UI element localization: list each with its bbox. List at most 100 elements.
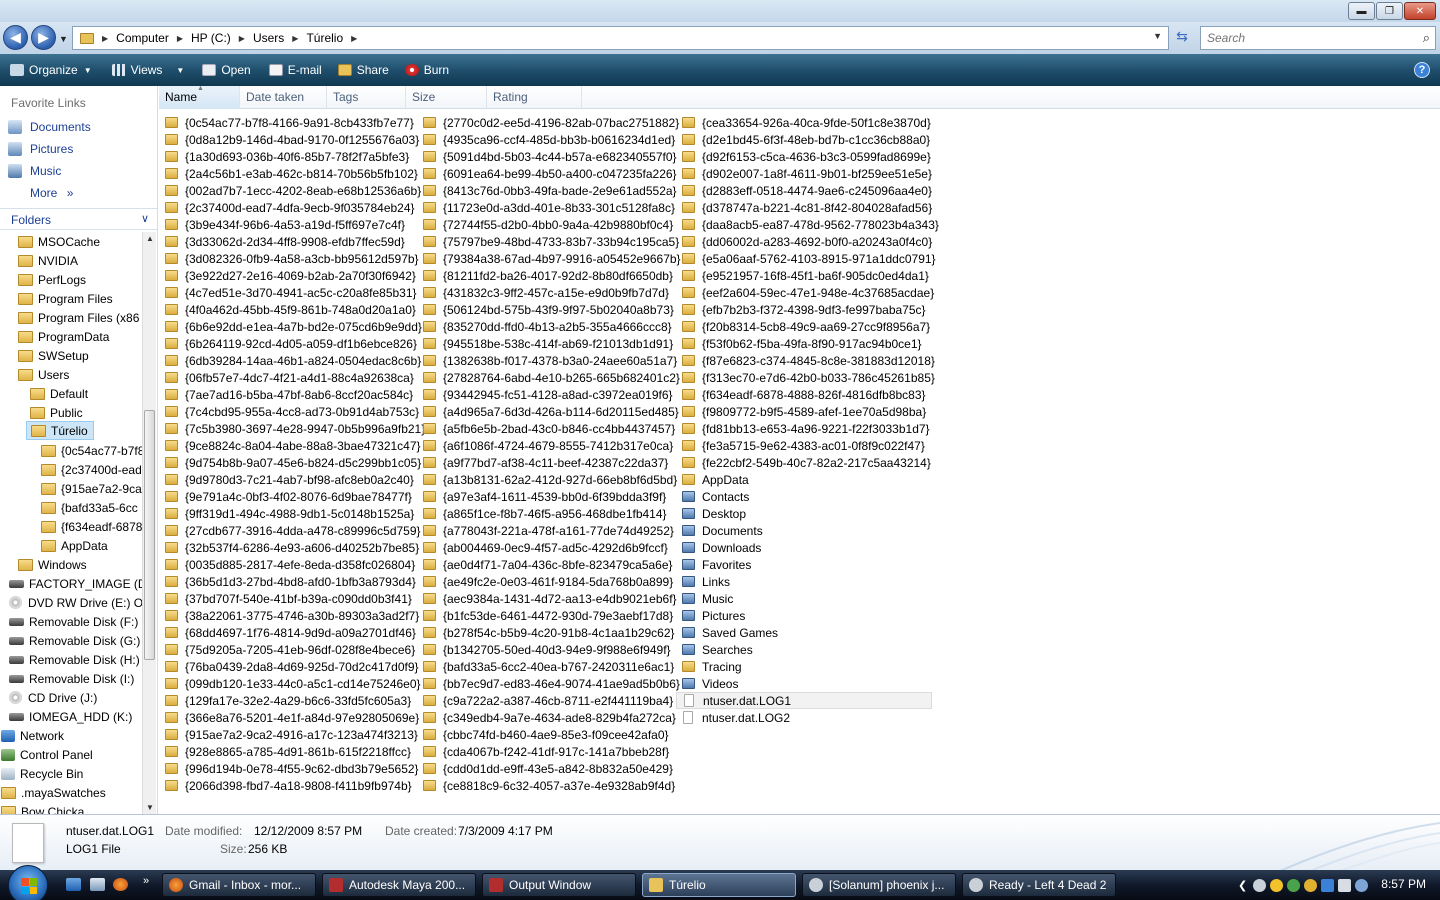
tree-item-removable-f[interactable]: Removable Disk (F:) [9,612,138,631]
open-button[interactable]: Open [196,58,256,82]
file-list-item[interactable]: {37bd707f-540e-41bf-b39a-c090dd0b3f41} [159,590,421,607]
file-list-item[interactable]: {6091ea64-be99-4b50-a400-c047235fa226} [417,165,679,182]
file-list-item[interactable]: {ae49fc2e-0e03-461f-9184-5da768b0a899} [417,573,679,590]
file-list-item[interactable]: {9ce8824c-8a04-4abe-88a8-3bae47321c47} [159,437,421,454]
file-list-item[interactable]: {a97e3af4-1611-4539-bb0d-6f39bdda3f9f} [417,488,679,505]
back-button[interactable]: ◀ [3,25,28,50]
file-list-item[interactable]: ntuser.dat.LOG1 [676,692,932,709]
file-list-item[interactable]: {c9a722a2-a387-46cb-8711-e2f441119ba4} [417,692,679,709]
file-list-item[interactable]: {d2e1bd45-6f3f-48eb-bd7b-c1cc36cb88a0} [676,131,938,148]
file-list-item[interactable]: {dd06002d-a283-4692-b0f0-a20243a0f4c0} [676,233,938,250]
task-explorer-turelio[interactable]: Túrelio [642,873,796,897]
close-button[interactable]: ✕ [1404,2,1436,20]
file-list-item[interactable]: {3d33062d-2d34-4ff8-9908-efdb7ffec59d} [159,233,421,250]
file-list-item[interactable]: {81211fd2-ba26-4017-92d2-8b80df6650db} [417,267,679,284]
scroll-down-icon[interactable]: ▼ [146,803,154,812]
tree-item-public[interactable]: Public [30,403,83,422]
file-list-item[interactable]: Links [676,573,938,590]
safely-remove-tray-icon[interactable] [1287,878,1301,892]
burn-button[interactable]: Burn [399,58,455,82]
address-bar[interactable]: ▶ Computer ▶ HP (C:) ▶ Users ▶ Túrelio ▶… [72,26,1169,50]
file-list-item[interactable]: {fe3a5715-9e62-4383-ac01-0f8f9c022f47} [676,437,938,454]
tree-item-nvidia[interactable]: NVIDIA [18,251,78,270]
file-list-item[interactable]: Documents [676,522,938,539]
favorite-pictures[interactable]: Pictures [8,140,73,158]
task-output-window[interactable]: Output Window [482,873,636,897]
network-tray-icon[interactable] [1321,878,1335,892]
tree-item-subfolder[interactable]: {bafd33a5-6cc [41,498,138,517]
task-left4dead2[interactable]: Ready - Left 4 Dead 2 [962,873,1116,897]
file-list-item[interactable]: ntuser.dat.LOG2 [676,709,938,726]
file-list-item[interactable]: Desktop [676,505,938,522]
tree-item-recycle-bin[interactable]: Recycle Bin [1,764,83,783]
views-button[interactable]: Views ▼ [106,58,191,82]
file-list-item[interactable]: {f53f0b62-f5ba-49fa-8f90-917ac94b0ce1} [676,335,938,352]
show-hidden-icons-icon[interactable]: ❮ [1238,879,1247,892]
refresh-button[interactable]: ⇆ [1172,28,1192,48]
tree-item-subfolder[interactable]: {f634eadf-6878 [41,517,142,536]
file-list-item[interactable]: {9e791a4c-0bf3-4f02-8076-6d9bae78477f} [159,488,421,505]
file-list-item[interactable]: {4f0a462d-45bb-45f9-861b-748a0d20a1a0} [159,301,421,318]
file-list-item[interactable]: {928e8865-a785-4d91-861b-615f2218ffcc} [159,743,421,760]
breadcrumb-computer[interactable]: Computer [116,31,169,45]
quick-launch-more-icon[interactable]: » [143,875,149,887]
minimize-button[interactable]: ▬ [1348,2,1375,20]
file-list-item[interactable]: {efb7b2b3-f372-4398-9df3-fe997baba75c} [676,301,938,318]
file-list-item[interactable]: {cda4067b-f242-41df-917c-141a7bbeb28f} [417,743,679,760]
file-list-item[interactable]: {a4d965a7-6d3d-426a-b114-6d20115ed485} [417,403,679,420]
file-list-item[interactable]: {002ad7b7-1ecc-4202-8eab-e68b12536a6b} [159,182,421,199]
file-list-item[interactable]: {431832c3-9ff2-457c-a15e-e9d0b9fb7d7d} [417,284,679,301]
file-list-item[interactable]: {cbbc74fd-b460-4ae9-85e3-f09cee42afa0} [417,726,679,743]
file-list-item[interactable]: {c349edb4-9a7e-4634-ade8-829b4fa272ca} [417,709,679,726]
file-list-item[interactable]: {7c4cbd95-955a-4cc8-ad73-0b91d4ab753c} [159,403,421,420]
breadcrumb-separator-icon[interactable]: ▶ [239,34,245,43]
file-list-item[interactable]: {d92f6153-c5ca-4636-b3c3-0599fad8699e} [676,148,938,165]
tree-item-factory-image[interactable]: FACTORY_IMAGE (D [9,574,142,593]
tree-item-default[interactable]: Default [30,384,88,403]
share-button[interactable]: Share [332,58,395,82]
file-list-item[interactable]: {1382638b-f017-4378-b3a0-24aee60a51a7} [417,352,679,369]
help-icon[interactable]: ? [1414,62,1430,78]
tree-item-subfolder[interactable]: {915ae7a2-9ca [41,479,142,498]
tree-item-subfolder[interactable]: {2c37400d-ead [41,460,142,479]
file-list-item[interactable]: {f20b8314-5cb8-49c9-aa69-27cc9f8956a7} [676,318,938,335]
file-list-item[interactable]: {e5a06aaf-5762-4103-8915-971a1ddc0791} [676,250,938,267]
task-gmail[interactable]: Gmail - Inbox - mor... [162,873,316,897]
task-maya[interactable]: Autodesk Maya 200... [322,873,476,897]
steam-tray-icon[interactable] [1253,878,1267,892]
tree-item-maya-swatches[interactable]: .mayaSwatches [1,783,106,802]
file-list-item[interactable]: {835270dd-ffd0-4b13-a2b5-355a4666ccc8} [417,318,679,335]
file-list-item[interactable]: {f87e6823-c374-4845-8c8e-381883d12018} [676,352,938,369]
firefox-icon[interactable] [113,878,128,891]
column-header-tags[interactable]: Tags [327,86,406,109]
file-list-item[interactable]: {6b6e92dd-e1ea-4a7b-bd2e-075cd6b9e9dd} [159,318,422,335]
tree-item-users[interactable]: Users [18,365,69,384]
file-list-item[interactable]: {93442945-fc51-4128-a8ad-c3972ea019f6} [417,386,679,403]
switch-windows-icon[interactable] [90,878,105,891]
folder-tree-scrollbar[interactable]: ▲ ▼ [142,232,156,814]
file-list-item[interactable]: {0035d885-2817-4efe-8eda-d358fc026804} [159,556,421,573]
tree-item-program-files[interactable]: Program Files [18,289,113,308]
tree-item-iomega-hdd[interactable]: IOMEGA_HDD (K:) [9,707,132,726]
breadcrumb-separator-icon[interactable]: ▶ [351,34,357,43]
file-list-item[interactable]: {cea33654-926a-40ca-9fde-50f1c8e3870d} [676,114,938,131]
file-list-item[interactable]: {a865f1ce-f8b7-46f5-a956-468dbe1fb414} [417,505,679,522]
file-list-item[interactable]: Contacts [676,488,938,505]
file-list-item[interactable]: Searches [676,641,938,658]
file-list-item[interactable]: {27cdb677-3916-4dda-a478-c89996c5d759} [159,522,421,539]
search-input[interactable] [1201,27,1401,49]
wireless-tray-icon[interactable] [1355,878,1369,892]
file-list-item[interactable]: {915ae7a2-9ca2-4916-a17c-123a474f3213} [159,726,421,743]
breadcrumb-separator-icon[interactable]: ▶ [177,34,183,43]
file-list-item[interactable]: {7c5b3980-3697-4e28-9947-0b5b996a9fb21} [159,420,425,437]
tree-item-program-files-x86[interactable]: Program Files (x86 [18,308,139,327]
forward-button[interactable]: ▶ [31,25,56,50]
file-list-item[interactable]: {d378747a-b221-4c81-8f42-804028afad56} [676,199,938,216]
scroll-up-icon[interactable]: ▲ [146,234,154,243]
file-list-item[interactable]: {fe22cbf2-549b-40c7-82a2-217c5aa43214} [676,454,938,471]
file-list-item[interactable]: {d2883eff-0518-4474-9ae6-c245096aa4e0} [676,182,938,199]
file-list-item[interactable]: {1a30d693-036b-40f6-85b7-78f2f7a5bfe3} [159,148,421,165]
tree-item-turelio[interactable]: Túrelio [26,421,94,440]
tree-item-control-panel[interactable]: Control Panel [1,745,93,764]
power-tray-icon[interactable] [1304,878,1318,892]
